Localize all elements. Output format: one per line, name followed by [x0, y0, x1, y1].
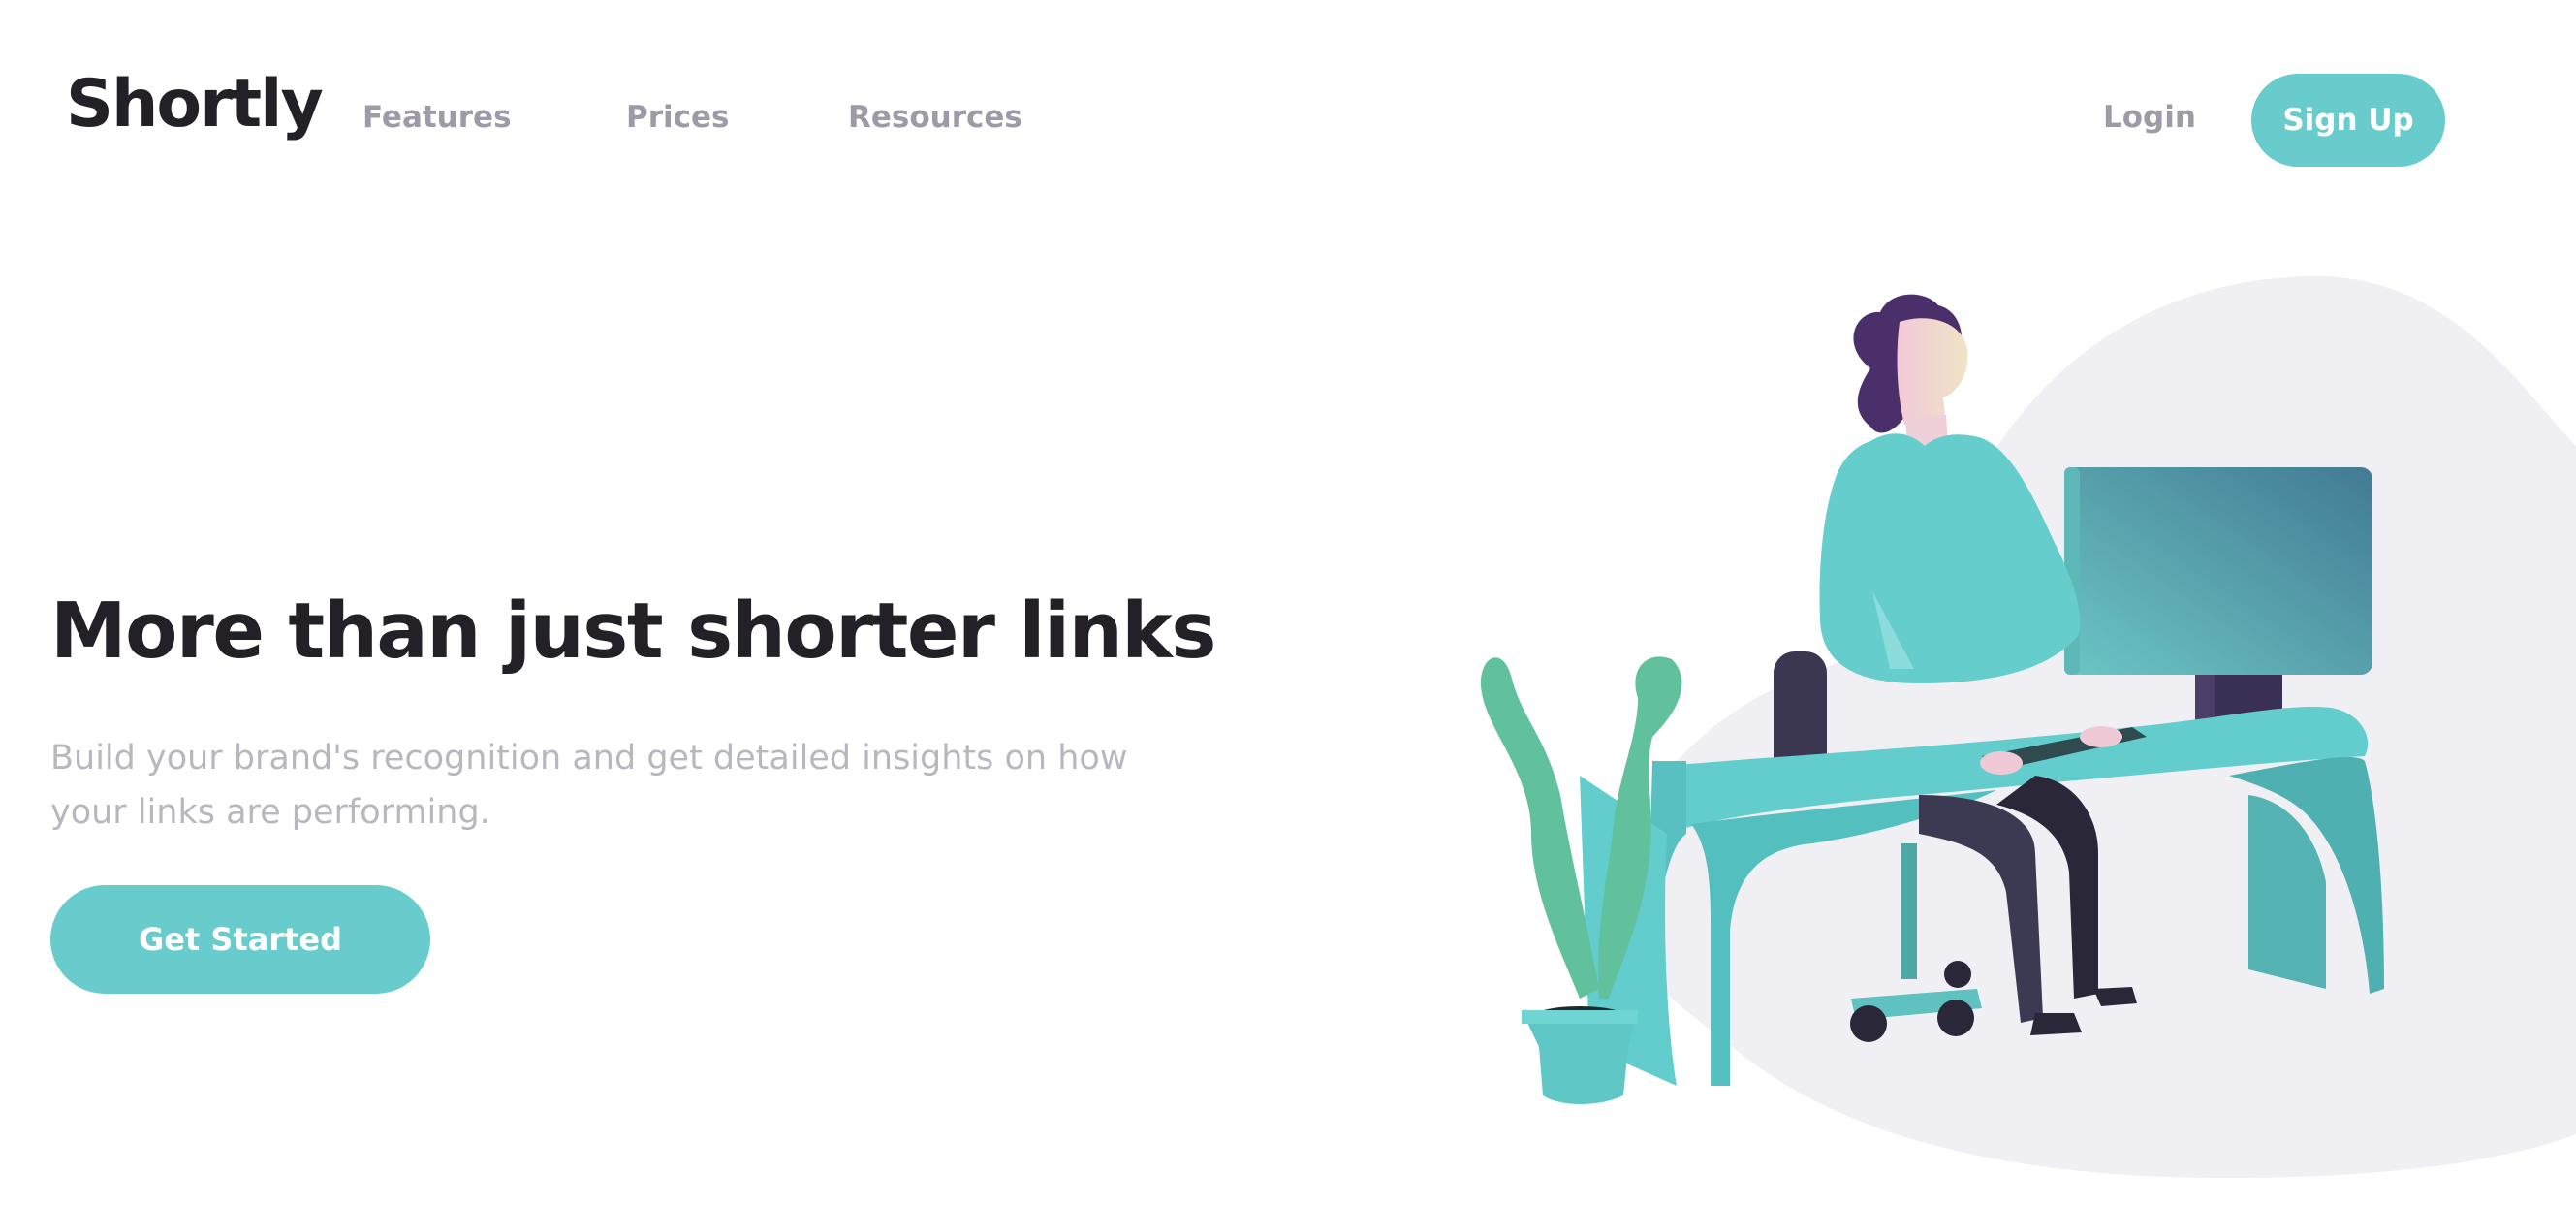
nav-link-resources[interactable]: Resources [848, 103, 1022, 133]
landing-page: Shortly Features Prices Resources Login … [0, 0, 2576, 1206]
face [1897, 318, 1968, 425]
chair-wheel [1944, 961, 1971, 988]
plant-pot [1522, 1010, 1638, 1104]
plant-leaf-left [1480, 657, 1599, 999]
sign-up-button[interactable]: Sign Up [2251, 74, 2445, 167]
plant-pot-rim [1522, 1010, 1638, 1024]
get-started-button[interactable]: Get Started [50, 885, 430, 994]
monitor-screen [2064, 467, 2372, 675]
hand-left [2080, 726, 2122, 747]
background-blob [1599, 276, 2576, 1178]
shoe [2093, 987, 2137, 1006]
login-link[interactable]: Login [2103, 103, 2196, 133]
hand-right [1980, 751, 2023, 775]
shoe [2030, 1013, 2082, 1035]
chair-wheel [1937, 1000, 1974, 1036]
nav-link-prices[interactable]: Prices [626, 103, 730, 133]
nav-link-features[interactable]: Features [362, 103, 512, 133]
chair-post [1901, 843, 1917, 979]
person-working-illustration [1454, 252, 2576, 1206]
chair-wheel [1850, 1005, 1887, 1042]
hero-title: More than just shorter links [50, 587, 1216, 676]
hero-subtitle: Build your brand's recognition and get d… [50, 739, 1128, 832]
logo[interactable]: Shortly [66, 72, 324, 138]
